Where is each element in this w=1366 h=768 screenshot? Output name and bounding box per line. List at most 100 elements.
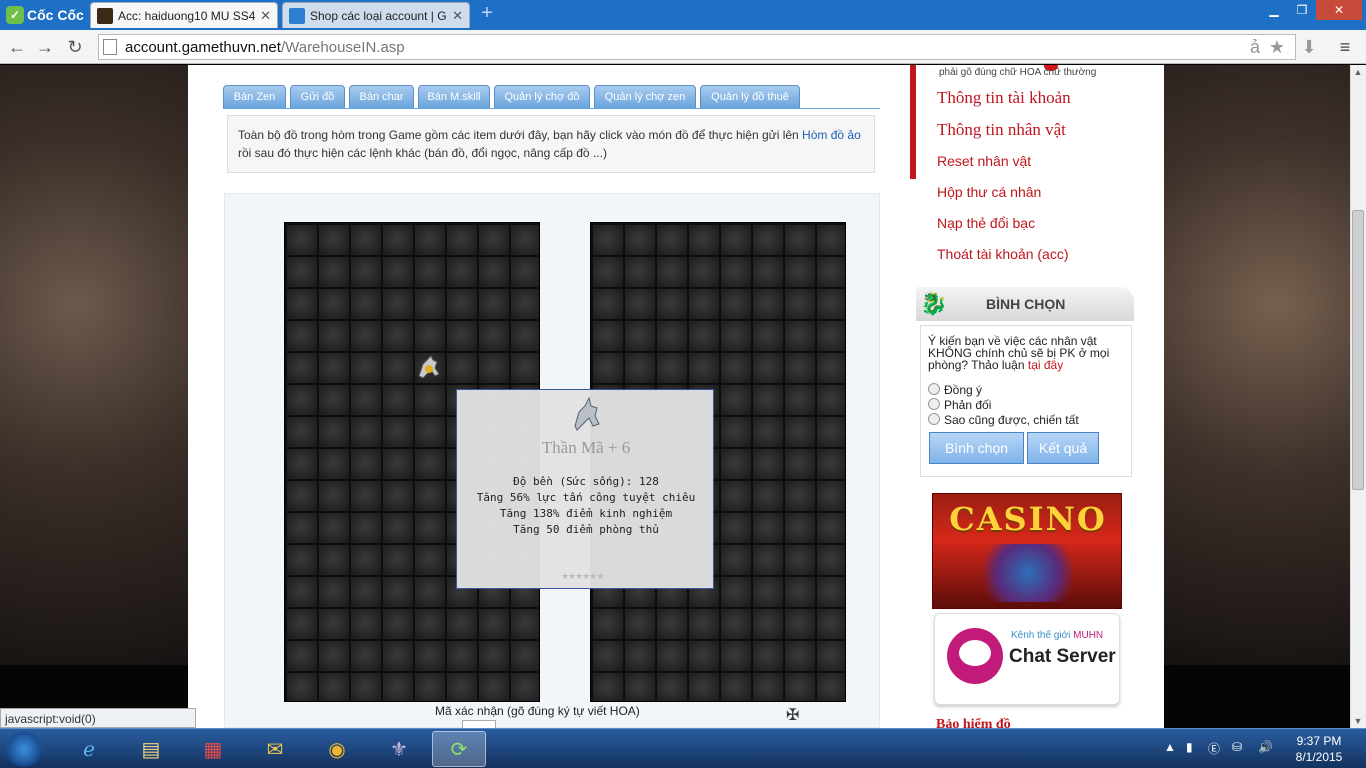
item-name: Thần Mã + 6 bbox=[541, 438, 631, 457]
tab-quan-ly-do-thue[interactable]: Quản lý đồ thuê bbox=[700, 85, 800, 109]
close-tab-icon[interactable]: ✕ bbox=[452, 8, 463, 24]
tab-ban-mskill[interactable]: Bán M.skill bbox=[418, 85, 490, 109]
unikey-icon[interactable]: ▦ bbox=[186, 731, 240, 767]
casino-title: CASINO bbox=[949, 500, 1107, 538]
horse-item-icon bbox=[418, 355, 440, 379]
tab-underline bbox=[223, 108, 880, 109]
confirm-code-label: Mã xác nhận (gõ đúng ký tự viết HOA) bbox=[435, 704, 640, 718]
dark-horse-item[interactable] bbox=[413, 352, 445, 382]
clock[interactable]: 9:37 PM 8/1/2015 bbox=[1282, 733, 1356, 765]
scrollbar-thumb[interactable] bbox=[1352, 210, 1364, 490]
bookmark-star-icon[interactable]: ★ bbox=[1266, 36, 1288, 58]
vote-button[interactable]: Bình chọn bbox=[929, 432, 1024, 464]
tab-inactive[interactable]: Shop các loại account | Game ✕ bbox=[282, 2, 470, 28]
volume-icon[interactable]: 🔊 bbox=[1258, 740, 1273, 754]
chat-bubble-inner-icon bbox=[959, 640, 991, 666]
vote-radio-agree[interactable] bbox=[928, 383, 940, 395]
clock-time: 9:37 PM bbox=[1296, 734, 1342, 748]
tab-active[interactable]: Acc: haiduong10 MU SS4 Việt ✕ bbox=[90, 2, 278, 28]
info-text: Toàn bộ đồ trong hòm trong Game gồm các … bbox=[238, 128, 803, 142]
link-reset-character[interactable]: Reset nhân vật bbox=[937, 153, 1031, 169]
casino-banner[interactable]: CASINO bbox=[932, 493, 1122, 609]
url-path: /WarehouseIN.asp bbox=[280, 38, 405, 56]
tab-gui-do[interactable]: Gửi đồ bbox=[290, 85, 345, 109]
signal-icon[interactable]: ▮ bbox=[1186, 740, 1193, 754]
internet-explorer-icon[interactable]: ℯ bbox=[62, 731, 116, 767]
link-topup[interactable]: Nạp thẻ đổi bạc bbox=[937, 215, 1035, 231]
forward-arrow-icon[interactable]: → bbox=[34, 36, 56, 58]
link-character-info[interactable]: Thông tin nhân vật bbox=[937, 120, 1066, 140]
chat-server-banner[interactable]: Kênh thế giới MUHN Chat Server bbox=[934, 613, 1120, 705]
browser-brand-label: Cốc Cốc bbox=[27, 7, 84, 23]
tab-ban-zen[interactable]: Bán Zen bbox=[223, 85, 286, 109]
web-page: ▲ ▼ Bán Zen Gửi đồ Bán char Bán M.skill … bbox=[0, 65, 1366, 728]
network-icon[interactable]: ⛁ bbox=[1232, 740, 1242, 754]
page-icon bbox=[103, 39, 117, 55]
chat-subtitle-brand: MUHN bbox=[1073, 630, 1104, 641]
new-tab-button[interactable]: + bbox=[476, 3, 498, 24]
chat-subtitle: Kênh thế giới MUHN bbox=[1011, 630, 1103, 641]
tab-title: Acc: haiduong10 MU SS4 Việt bbox=[118, 8, 256, 23]
menu-icon[interactable]: ≡ bbox=[1334, 36, 1356, 58]
vote-option-label: Phản đối bbox=[944, 398, 992, 412]
translate-icon[interactable]: ả bbox=[1244, 36, 1266, 58]
app-tray-icon[interactable]: Ⓔ bbox=[1208, 740, 1220, 757]
link-inbox[interactable]: Hộp thư cá nhân bbox=[937, 184, 1041, 200]
info-text-2: rồi sau đó thực hiện các lệnh khác (bán … bbox=[238, 146, 607, 160]
info-box: Toàn bộ đồ trong hòm trong Game gồm các … bbox=[227, 115, 875, 173]
vote-radio-whatever[interactable] bbox=[928, 413, 940, 425]
right-background-bottom bbox=[1164, 665, 1350, 728]
clock-date: 8/1/2015 bbox=[1295, 750, 1343, 764]
vote-option-label: Đồng ý bbox=[944, 383, 983, 397]
tab-ban-char[interactable]: Bán char bbox=[349, 85, 414, 109]
mu-favicon-icon bbox=[97, 7, 113, 24]
start-button[interactable] bbox=[4, 731, 44, 767]
tray-arrow-icon[interactable]: ▲ bbox=[1164, 740, 1176, 754]
file-explorer-icon[interactable]: ▤ bbox=[124, 731, 178, 767]
download-icon[interactable]: ⬇ bbox=[1298, 36, 1320, 58]
vote-option-label: Sao cũng được, chiến tất bbox=[944, 413, 1079, 427]
tab-quan-ly-cho-zen[interactable]: Quản lý chợ zen bbox=[594, 85, 696, 109]
chat-subtitle-text: Kênh thế giới bbox=[1011, 630, 1071, 641]
confirm-code-input[interactable] bbox=[462, 720, 496, 728]
url-input[interactable]: account.gamethuvn.net /WarehouseIN.asp bbox=[98, 34, 1296, 60]
right-background-art bbox=[1164, 65, 1350, 665]
dragon-ornament-icon: ✠ bbox=[786, 707, 800, 724]
result-button[interactable]: Kết quả bbox=[1027, 432, 1099, 464]
status-bar: javascript:void(0) bbox=[0, 708, 196, 728]
link-logout[interactable]: Thoát tài khoản (acc) bbox=[937, 246, 1069, 262]
chrome-icon[interactable]: ◉ bbox=[310, 731, 364, 767]
close-tab-icon[interactable]: ✕ bbox=[260, 8, 271, 24]
vote-question-text: Ý kiến bạn về việc các nhân vật KHÔNG ch… bbox=[928, 334, 1110, 372]
browser-brand-button[interactable]: ✓ Cốc Cốc bbox=[0, 0, 88, 30]
maximize-button[interactable]: ❐ bbox=[1288, 0, 1316, 20]
item-stat-attack: Tăng 56% lực tấn công tuyệt chiêu bbox=[476, 491, 696, 504]
mu-game-icon[interactable]: ⚜ bbox=[372, 731, 426, 767]
back-arrow-icon[interactable]: ← bbox=[6, 36, 28, 58]
url-domain: account.gamethuvn.net bbox=[125, 38, 281, 56]
tab-quan-ly-cho-do[interactable]: Quản lý chợ đồ bbox=[494, 85, 590, 109]
item-stars: ★★★★★★ bbox=[561, 571, 604, 581]
link-account-info[interactable]: Thông tin tài khoản bbox=[937, 88, 1071, 108]
tab-title: Shop các loại account | Game bbox=[310, 8, 447, 23]
insurance-banner[interactable]: Bảo hiểm đồ bbox=[936, 717, 1011, 728]
mail-icon[interactable]: ✉ bbox=[248, 731, 302, 767]
close-window-button[interactable]: ✕ bbox=[1316, 0, 1362, 20]
vote-radio-disagree[interactable] bbox=[928, 398, 940, 410]
scroll-down-icon[interactable]: ▼ bbox=[1350, 714, 1366, 728]
coccoc-taskbar-icon[interactable]: ⟳ bbox=[432, 731, 486, 767]
virtual-chest-link[interactable]: Hòm đồ ảo bbox=[802, 128, 861, 142]
shop-favicon-icon bbox=[289, 7, 305, 24]
reload-icon[interactable]: ↻ bbox=[64, 36, 86, 58]
minimize-button[interactable]: ▁ bbox=[1260, 0, 1288, 20]
sidebar-note: phải gõ đúng chữ HOA chữ thường bbox=[939, 67, 1097, 78]
item-tooltip: Thần Mã + 6 Độ bền (Sức sống): 128 Tăng … bbox=[456, 389, 714, 589]
vote-discuss-link[interactable]: tại đây bbox=[1028, 358, 1063, 372]
item-stat-durability: Độ bền (Sức sống): 128 bbox=[513, 475, 659, 488]
vote-question: Ý kiến bạn về việc các nhân vật KHÔNG ch… bbox=[928, 335, 1128, 371]
left-background-art bbox=[0, 65, 188, 665]
item-stat-exp: Tăng 138% điểm kinh nghiệm bbox=[499, 507, 673, 520]
horse-tooltip-icon bbox=[574, 396, 600, 431]
scroll-up-icon[interactable]: ▲ bbox=[1350, 65, 1366, 79]
coccoc-logo-icon: ✓ bbox=[6, 6, 24, 24]
